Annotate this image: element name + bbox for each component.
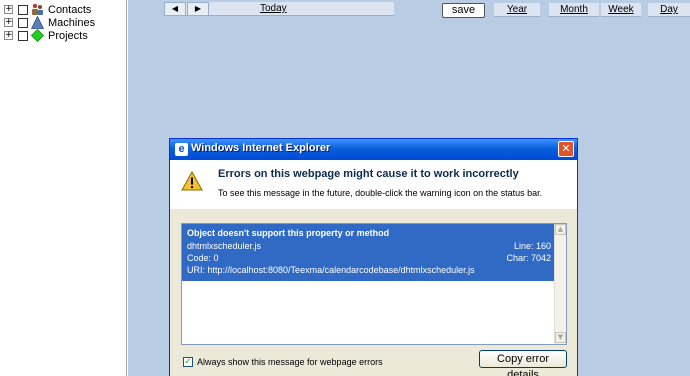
tree-item-label: Contacts [48, 3, 92, 16]
save-button[interactable]: save [442, 3, 485, 18]
tab-month[interactable]: Month [549, 3, 599, 17]
machine-triangle-icon [30, 15, 45, 29]
warning-icon [181, 170, 203, 191]
dialog-subtext: To see this message in the future, doubl… [218, 188, 543, 198]
error-uri: URI: http://localhost:8080/Teexma/calend… [187, 265, 475, 275]
always-show-checkbox[interactable]: ✓ [183, 357, 193, 367]
expand-icon[interactable]: + [4, 18, 13, 27]
dialog-heading: Errors on this webpage might cause it to… [218, 168, 519, 180]
dialog-titlebar[interactable]: e Windows Internet Explorer ✕ [170, 139, 577, 160]
tree-item-label: Projects [48, 29, 88, 42]
project-diamond-icon [30, 28, 45, 43]
error-code: Code: 0 [187, 253, 219, 263]
always-show-label: Always show this message for webpage err… [197, 357, 383, 367]
tree-checkbox[interactable] [18, 30, 28, 41]
vertical-scrollbar[interactable]: ▲ ▼ [554, 224, 566, 344]
contacts-icon [31, 3, 44, 16]
tree-checkbox[interactable] [18, 17, 28, 28]
tree-item-contacts[interactable]: + Contacts [4, 3, 91, 16]
expand-icon[interactable]: + [4, 5, 13, 14]
dialog-message-area: Errors on this webpage might cause it to… [170, 160, 577, 209]
resource-tree: + Contacts + Machines + Projects [0, 0, 127, 376]
prev-button[interactable]: ◀ [164, 2, 186, 16]
tree-item-projects[interactable]: + Projects [4, 28, 88, 43]
tab-day[interactable]: Day [648, 3, 690, 17]
tab-year[interactable]: Year [494, 3, 540, 17]
error-char: Char: 7042 [506, 253, 551, 263]
date-nav-bar: ◀ ▶ Today [164, 2, 394, 16]
scroll-up-icon[interactable]: ▲ [555, 224, 566, 235]
scroll-down-icon[interactable]: ▼ [555, 332, 566, 343]
next-button[interactable]: ▶ [187, 2, 209, 16]
error-line: Line: 160 [513, 241, 551, 251]
error-details-list[interactable]: Object doesn't support this property or … [181, 223, 567, 345]
tree-item-label: Machines [48, 16, 96, 29]
tree-checkbox[interactable] [18, 4, 28, 15]
today-button[interactable]: Today [260, 2, 287, 15]
error-entry-selected[interactable]: Object doesn't support this property or … [182, 224, 555, 281]
tab-week[interactable]: Week [601, 3, 641, 17]
expand-icon[interactable]: + [4, 31, 13, 40]
ie-logo-icon: e [175, 143, 188, 156]
error-message: Object doesn't support this property or … [187, 228, 390, 238]
tree-item-machines[interactable]: + Machines [4, 15, 96, 29]
dialog-title: Windows Internet Explorer [191, 142, 331, 154]
error-dialog: e Windows Internet Explorer ✕ Errors on … [169, 138, 578, 376]
error-file: dhtmlxscheduler.js [187, 241, 262, 251]
close-button[interactable]: ✕ [558, 141, 574, 157]
copy-error-details-button[interactable]: Copy error details [479, 350, 567, 376]
